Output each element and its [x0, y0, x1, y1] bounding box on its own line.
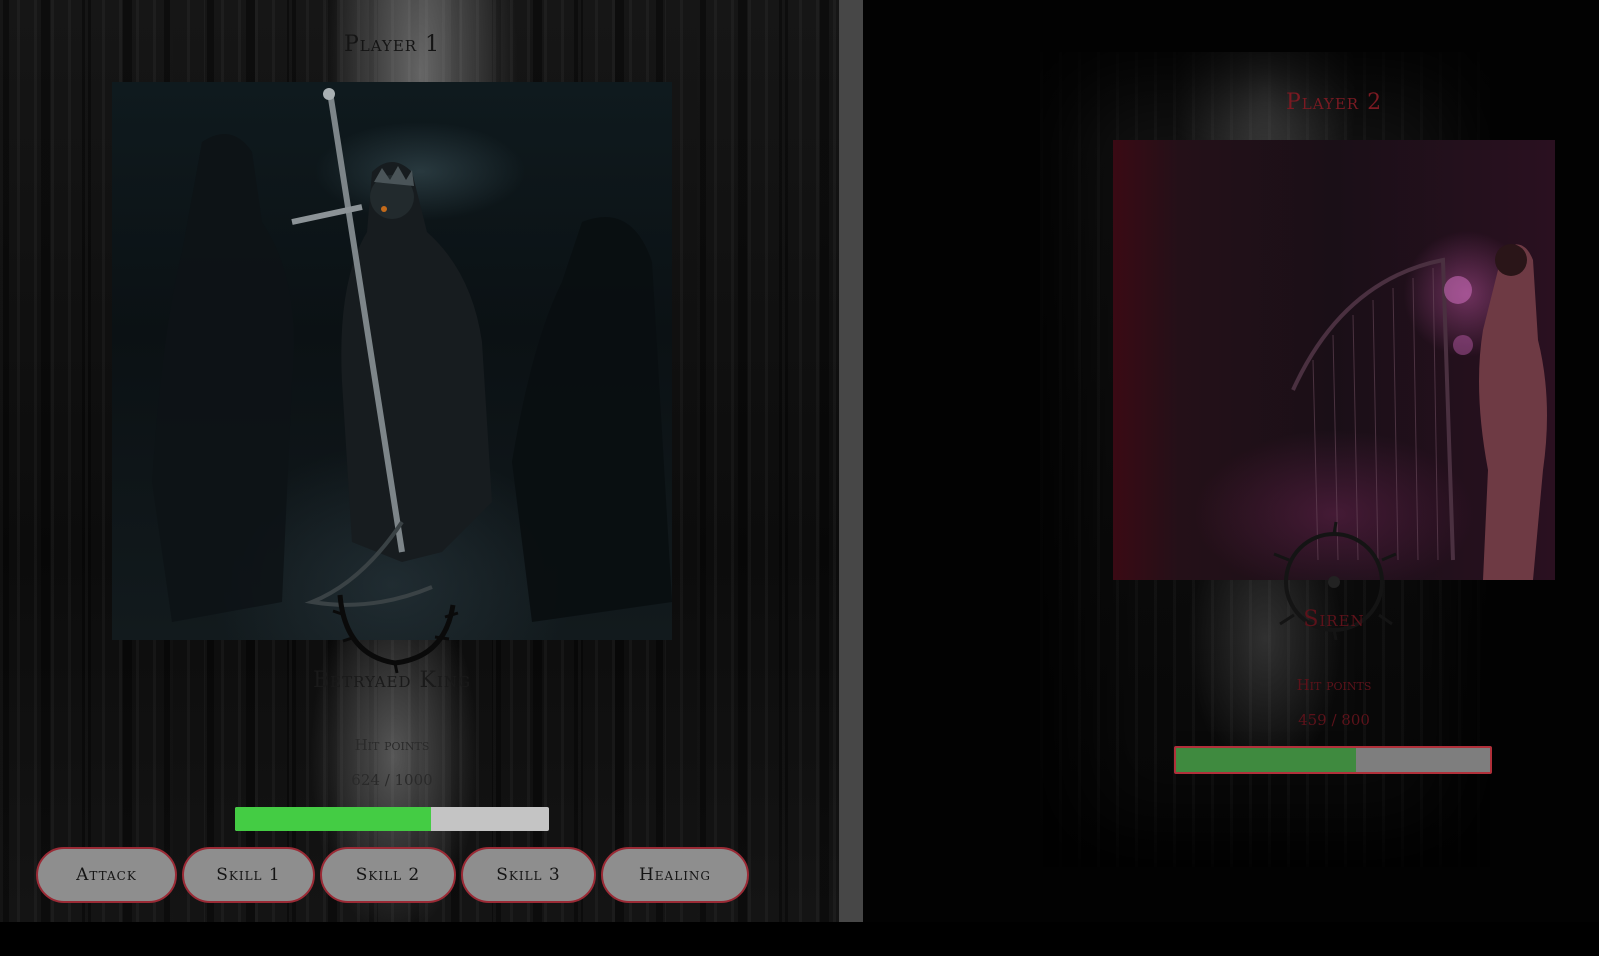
siren-harp-illustration: [1291, 244, 1547, 580]
thorn-crown-emblem-icon: [325, 575, 465, 675]
player2-hp-bar: [1174, 746, 1492, 774]
player2-hp-fill: [1176, 748, 1357, 772]
panel-divider: [839, 0, 863, 922]
skill-2-button[interactable]: Skill 2: [320, 847, 456, 903]
player1-character-name: Betryaed King: [313, 668, 471, 693]
knight-figures-illustration: [152, 88, 672, 622]
betrayed-king-portrait: [112, 82, 672, 640]
player1-label: Player 1: [343, 32, 441, 57]
player2-hp-label: Hit points: [1296, 676, 1372, 694]
game-screen: Player 1 Betryaed King Hit points 624 /: [0, 0, 1599, 956]
healing-button[interactable]: Healing: [601, 847, 749, 903]
player1-hp-label: Hit points: [354, 736, 430, 754]
player1-hp-bar: [235, 807, 549, 831]
skill-1-button[interactable]: Skill 1: [182, 847, 315, 903]
player2-hp-value: 459 / 800: [1298, 711, 1370, 729]
player2-label: Player 2: [1285, 90, 1383, 115]
player1-hp-fill: [235, 807, 431, 831]
skill-3-button[interactable]: Skill 3: [461, 847, 596, 903]
player2-character-name: Siren: [1303, 607, 1365, 632]
attack-button[interactable]: Attack: [36, 847, 177, 903]
bottom-strip: [0, 922, 1599, 956]
siren-portrait: [1113, 140, 1555, 580]
player1-hp-value: 624 / 1000: [351, 771, 433, 789]
